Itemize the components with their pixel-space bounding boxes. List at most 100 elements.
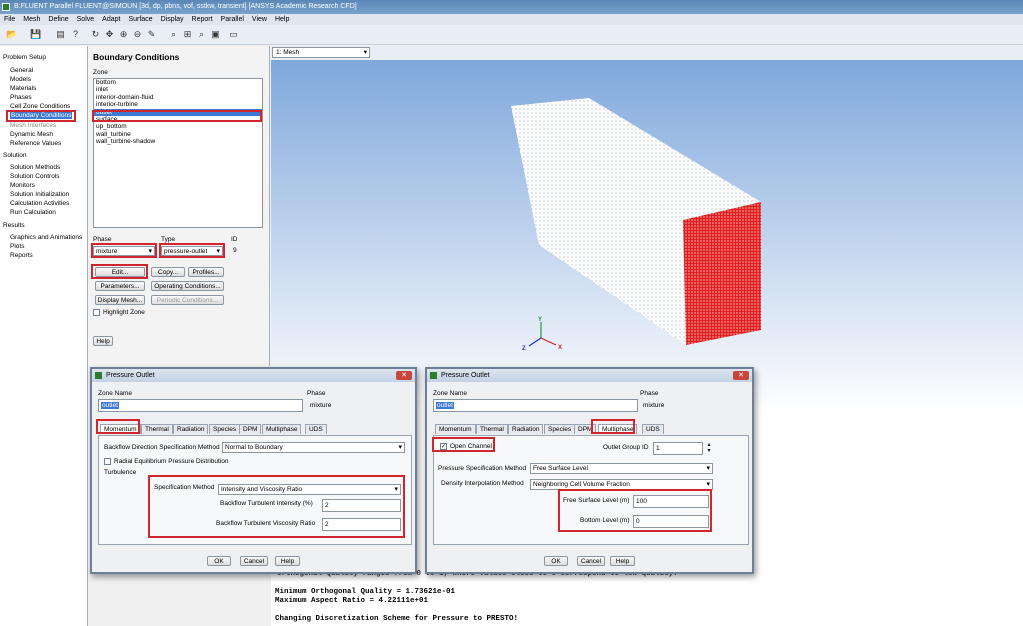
phase-select[interactable]: mixture	[93, 246, 155, 256]
tree-item-run-calculation[interactable]: Run Calculation	[10, 209, 56, 216]
zone-item[interactable]: interior-domain-fluid	[94, 94, 262, 101]
tab-uds[interactable]: UDS	[305, 424, 327, 434]
help-button[interactable]: Help	[93, 336, 113, 346]
menu-help[interactable]: Help	[271, 14, 293, 25]
zone-item[interactable]: wall_turbine	[94, 131, 262, 138]
tree-item-models[interactable]: Models	[10, 76, 31, 83]
fit-icon[interactable]: ⌕	[168, 29, 179, 40]
tab-radiation[interactable]: Radiation	[508, 424, 544, 434]
zone-name-input[interactable]: outlet	[98, 399, 303, 412]
tree-item-reference-values[interactable]: Reference Values	[10, 140, 61, 147]
display-mesh-button[interactable]: Display Mesh...	[95, 295, 145, 305]
zone-item-selected[interactable]: outlet	[94, 108, 262, 117]
copy-button[interactable]: Copy...	[151, 267, 185, 277]
tab-momentum[interactable]: Momentum	[435, 424, 476, 434]
help-button[interactable]: Help	[275, 556, 300, 566]
zone-item[interactable]: bottom	[94, 79, 262, 86]
pan-icon[interactable]: ✥	[104, 29, 115, 40]
bottom-level-input[interactable]: 0	[633, 515, 709, 528]
help-icon[interactable]: ?	[70, 29, 81, 40]
window-icon[interactable]: ▭	[228, 29, 239, 40]
zoom-in-icon[interactable]: ⊕	[118, 29, 129, 40]
tree-item-boundary-conditions[interactable]: Boundary Conditions	[10, 112, 73, 119]
menu-display[interactable]: Display	[157, 14, 188, 25]
specification-method-select[interactable]: Intensity and Viscosity Ratio	[218, 484, 401, 495]
tab-thermal[interactable]: Thermal	[476, 424, 508, 434]
zone-item[interactable]: wall_turbine-shadow	[94, 138, 262, 145]
view-icon[interactable]: ▣	[210, 29, 221, 40]
menu-define[interactable]: Define	[44, 14, 72, 25]
print-icon[interactable]: ▤	[55, 29, 66, 40]
tree-solution[interactable]: Solution	[3, 152, 27, 159]
tree-item-phases[interactable]: Phases	[10, 94, 32, 101]
type-select[interactable]: pressure-outlet	[161, 246, 223, 256]
tree-item-solution-initialization[interactable]: Solution Initialization	[10, 191, 69, 198]
rotate-icon[interactable]: ↻	[90, 29, 101, 40]
backflow-viscosity-input[interactable]: 2	[322, 518, 401, 531]
operating-conditions-button[interactable]: Operating Conditions...	[151, 281, 224, 291]
zoom-out-icon[interactable]: ⊖	[132, 29, 143, 40]
help-button[interactable]: Help	[610, 556, 635, 566]
menu-file[interactable]: File	[0, 14, 19, 25]
save-icon[interactable]: 💾	[30, 29, 41, 40]
menu-solve[interactable]: Solve	[73, 14, 99, 25]
ok-button[interactable]: OK	[544, 556, 568, 566]
graphics-viewport[interactable]: Y X Z	[271, 60, 1023, 412]
ok-button[interactable]: OK	[207, 556, 231, 566]
zoom-box-icon[interactable]: ⊞	[182, 29, 193, 40]
tab-dpm[interactable]: DPM	[239, 424, 262, 434]
tab-multiphase[interactable]: Multiphase	[598, 424, 638, 434]
menu-parallel[interactable]: Parallel	[217, 14, 248, 25]
tree-item-calculation-activities[interactable]: Calculation Activities	[10, 200, 69, 207]
tree-item-plots[interactable]: Plots	[10, 243, 24, 250]
menu-report[interactable]: Report	[188, 14, 217, 25]
zone-item[interactable]: interior-turbine	[94, 101, 262, 108]
tree-item-cell-zone-conditions[interactable]: Cell Zone Conditions	[10, 103, 70, 110]
menu-adapt[interactable]: Adapt	[98, 14, 124, 25]
menu-view[interactable]: View	[248, 14, 271, 25]
tab-radiation[interactable]: Radiation	[173, 424, 209, 434]
tree-item-general[interactable]: General	[10, 67, 33, 74]
zone-item[interactable]: up_bottom	[94, 123, 262, 130]
tab-momentum[interactable]: Momentum	[100, 424, 141, 434]
menu-surface[interactable]: Surface	[124, 14, 156, 25]
cancel-button[interactable]: Cancel	[240, 556, 268, 566]
tree-item-dynamic-mesh[interactable]: Dynamic Mesh	[10, 131, 53, 138]
tree-item-monitors[interactable]: Monitors	[10, 182, 35, 189]
open-icon[interactable]: 📂	[6, 29, 17, 40]
pressure-spec-select[interactable]: Free Surface Level	[530, 463, 713, 474]
tree-item-solution-controls[interactable]: Solution Controls	[10, 173, 60, 180]
radial-equilibrium-checkbox[interactable]	[104, 458, 111, 465]
tab-species[interactable]: Species	[544, 424, 576, 434]
backflow-direction-select[interactable]: Normal to Boundary	[222, 442, 405, 453]
density-interpolation-select[interactable]: Neighboring Cell Volume Fraction	[530, 479, 713, 490]
tree-problem-setup[interactable]: Problem Setup	[3, 54, 46, 61]
zone-item[interactable]: surface	[94, 116, 262, 123]
viewport-select[interactable]: 1: Mesh ▾	[272, 47, 370, 58]
zone-name-input[interactable]: outlet	[433, 399, 638, 412]
close-icon[interactable]: ✕	[396, 371, 412, 380]
tab-thermal[interactable]: Thermal	[141, 424, 173, 434]
outlet-group-id-input[interactable]: 1	[653, 442, 703, 455]
zone-item[interactable]: inlet	[94, 86, 262, 93]
parameters-button[interactable]: Parameters...	[95, 281, 145, 291]
profiles-button[interactable]: Profiles...	[188, 267, 224, 277]
tree-item-reports[interactable]: Reports	[10, 252, 33, 259]
tab-species[interactable]: Species	[209, 424, 241, 434]
free-surface-level-input[interactable]: 100	[633, 495, 709, 508]
tree-item-materials[interactable]: Materials	[10, 85, 36, 92]
periodic-conditions-button[interactable]: Periodic Conditions...	[151, 295, 224, 305]
zoom-icon[interactable]: ⌕	[196, 29, 207, 40]
tree-results[interactable]: Results	[3, 222, 25, 229]
highlight-zone-checkbox[interactable]	[93, 309, 100, 316]
tab-uds[interactable]: UDS	[642, 424, 664, 434]
outlet-group-stepper[interactable]: ▴ ▾	[705, 442, 713, 455]
close-icon[interactable]: ✕	[733, 371, 749, 380]
cancel-button[interactable]: Cancel	[577, 556, 605, 566]
tab-dpm[interactable]: DPM	[574, 424, 597, 434]
tab-multiphase[interactable]: Multiphase	[262, 424, 302, 434]
zone-list[interactable]: bottom inlet interior-domain-fluid inter…	[93, 78, 263, 228]
tree-item-mesh-interfaces[interactable]: Mesh Interfaces	[10, 122, 56, 129]
backflow-intensity-input[interactable]: 2	[322, 499, 401, 512]
tree-item-graphics-and-animations[interactable]: Graphics and Animations	[10, 234, 82, 241]
